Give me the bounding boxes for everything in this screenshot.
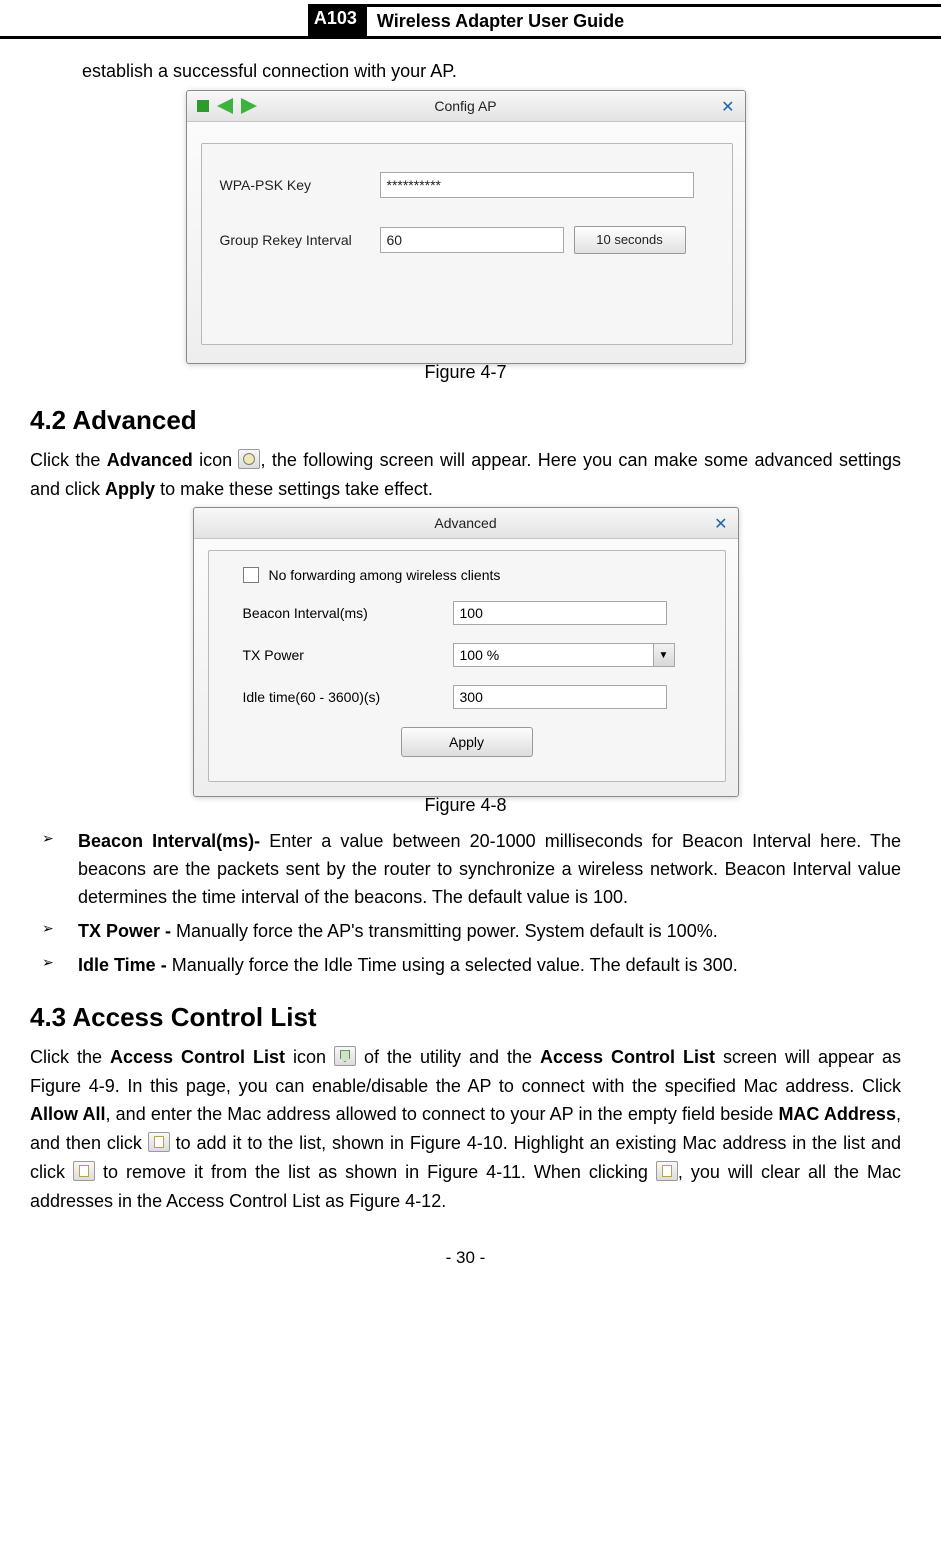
intro-line: establish a successful connection with y…: [82, 57, 901, 86]
close-icon[interactable]: ✕: [721, 97, 734, 117]
section-4-2-heading: 4.2 Advanced: [30, 405, 901, 436]
back-arrow-icon[interactable]: [217, 98, 233, 114]
no-forwarding-label: No forwarding among wireless clients: [269, 567, 501, 583]
bullet-tx-power: TX Power - Manually force the AP's trans…: [30, 918, 901, 946]
config-ap-window: Config AP ✕ WPA-PSK Key ********** Group…: [186, 90, 746, 364]
bullet-beacon-interval: Beacon Interval(ms)- Enter a value betwe…: [30, 828, 901, 912]
bullet-idle-time: Idle Time - Manually force the Idle Time…: [30, 952, 901, 980]
section-4-3-heading: 4.3 Access Control List: [30, 1002, 901, 1033]
chevron-down-icon[interactable]: ▼: [653, 644, 674, 666]
config-ap-titlebar: Config AP ✕: [187, 91, 745, 122]
model-number: A103: [308, 4, 367, 39]
doc-title: Wireless Adapter User Guide: [367, 4, 941, 39]
page-header: A103 Wireless Adapter User Guide: [0, 0, 941, 39]
figure-4-7-caption: Figure 4-7: [30, 362, 901, 383]
close-icon[interactable]: ✕: [714, 514, 727, 534]
config-ap-title: Config AP: [434, 98, 496, 114]
idle-time-label: Idle time(60 - 3600)(s): [243, 689, 453, 705]
advanced-bullet-list: Beacon Interval(ms)- Enter a value betwe…: [30, 828, 901, 979]
wpa-psk-input[interactable]: **********: [380, 172, 694, 198]
stop-icon[interactable]: [197, 100, 209, 112]
section-4-2-para: Click the Advanced icon , the following …: [30, 446, 901, 504]
advanced-window: Advanced ✕ No forwarding among wireless …: [193, 507, 739, 797]
clear-mac-icon: [656, 1161, 678, 1181]
advanced-title: Advanced: [434, 515, 496, 531]
beacon-interval-input[interactable]: 100: [453, 601, 667, 625]
apply-button[interactable]: Apply: [401, 727, 533, 757]
figure-4-8-caption: Figure 4-8: [30, 795, 901, 816]
advanced-icon: [238, 449, 260, 469]
tx-power-label: TX Power: [243, 647, 453, 663]
beacon-interval-label: Beacon Interval(ms): [243, 605, 453, 621]
idle-time-input[interactable]: 300: [453, 685, 667, 709]
forward-arrow-icon[interactable]: [241, 98, 257, 114]
wpa-psk-label: WPA-PSK Key: [220, 177, 380, 193]
tx-power-select[interactable]: 100 % ▼: [453, 643, 675, 667]
rekey-label: Group Rekey Interval: [220, 232, 380, 248]
no-forwarding-checkbox[interactable]: [243, 567, 259, 583]
rekey-unit-button[interactable]: 10 seconds: [574, 226, 686, 254]
advanced-titlebar: Advanced ✕: [194, 508, 738, 539]
page-number: - 30 -: [30, 1248, 901, 1268]
remove-mac-icon: [73, 1161, 95, 1181]
rekey-input[interactable]: 60: [380, 227, 564, 253]
acl-icon: [334, 1046, 356, 1066]
add-mac-icon: [148, 1132, 170, 1152]
section-4-3-para: Click the Access Control List icon of th…: [30, 1043, 901, 1216]
